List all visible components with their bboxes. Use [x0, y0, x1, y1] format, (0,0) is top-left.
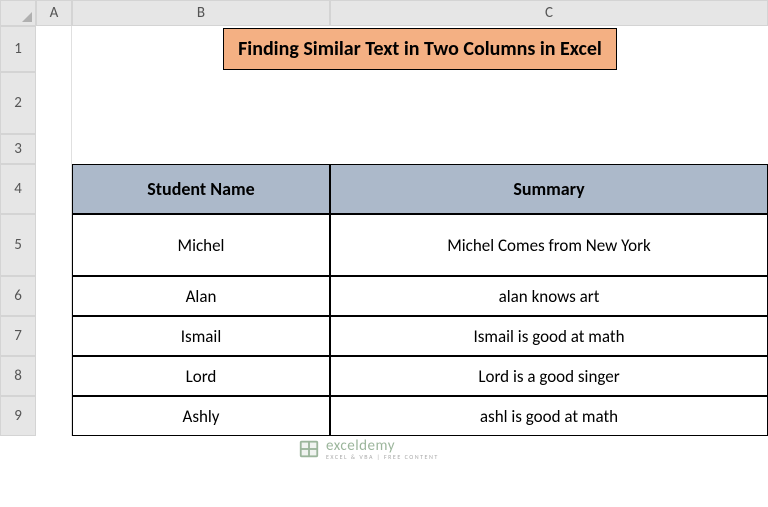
table-cell-summary[interactable]: Lord is a good singer — [330, 356, 768, 396]
row-header-5[interactable]: 5 — [0, 214, 36, 276]
table-header-summary[interactable]: Summary — [330, 164, 768, 214]
cell-a8[interactable] — [36, 356, 72, 396]
column-header-c[interactable]: C — [330, 0, 768, 26]
table-cell-summary[interactable]: ashl is good at math — [330, 396, 768, 436]
table-cell-name[interactable]: Alan — [72, 276, 330, 316]
row-header-4[interactable]: 4 — [0, 164, 36, 214]
cell-gap-row[interactable] — [72, 134, 768, 164]
row-header-1[interactable]: 1 — [0, 26, 36, 72]
title-cell[interactable]: Finding Similar Text in Two Columns in E… — [72, 26, 768, 72]
table-cell-name[interactable]: Ashly — [72, 396, 330, 436]
row-header-9[interactable]: 9 — [0, 396, 36, 436]
watermark: exceldemy EXCEL & VBA | FREE CONTENT — [298, 438, 439, 460]
cell-a5[interactable] — [36, 214, 72, 276]
table-cell-summary[interactable]: Michel Comes from New York — [330, 214, 768, 276]
cell-b3c3[interactable] — [72, 72, 768, 134]
cell-a4[interactable] — [36, 164, 72, 214]
table-cell-summary[interactable]: alan knows art — [330, 276, 768, 316]
select-all-corner[interactable] — [0, 0, 36, 26]
row-header-8[interactable]: 8 — [0, 356, 36, 396]
row-header-6[interactable]: 6 — [0, 276, 36, 316]
cell-a7[interactable] — [36, 316, 72, 356]
table-cell-name[interactable]: Lord — [72, 356, 330, 396]
table-cell-summary[interactable]: Ismail is good at math — [330, 316, 768, 356]
excel-icon — [298, 438, 320, 460]
column-header-b[interactable]: B — [72, 0, 330, 26]
cell-a1[interactable] — [36, 26, 72, 72]
column-header-a[interactable]: A — [36, 0, 72, 26]
table-cell-name[interactable]: Michel — [72, 214, 330, 276]
title-text: Finding Similar Text in Two Columns in E… — [223, 28, 617, 70]
table-header-name[interactable]: Student Name — [72, 164, 330, 214]
row-header-3[interactable]: 3 — [0, 134, 36, 164]
spreadsheet-grid: A B C 1 2 3 4 5 6 7 8 9 Finding Similar … — [0, 0, 768, 436]
watermark-tagline: EXCEL & VBA | FREE CONTENT — [326, 454, 439, 460]
cell-a6[interactable] — [36, 276, 72, 316]
row-header-7[interactable]: 7 — [0, 316, 36, 356]
row-header-2[interactable]: 2 — [0, 72, 36, 134]
cell-a9[interactable] — [36, 396, 72, 436]
cell-a3[interactable] — [36, 134, 72, 164]
cell-a2[interactable] — [36, 72, 72, 134]
table-cell-name[interactable]: Ismail — [72, 316, 330, 356]
watermark-brand: exceldemy — [326, 439, 439, 454]
